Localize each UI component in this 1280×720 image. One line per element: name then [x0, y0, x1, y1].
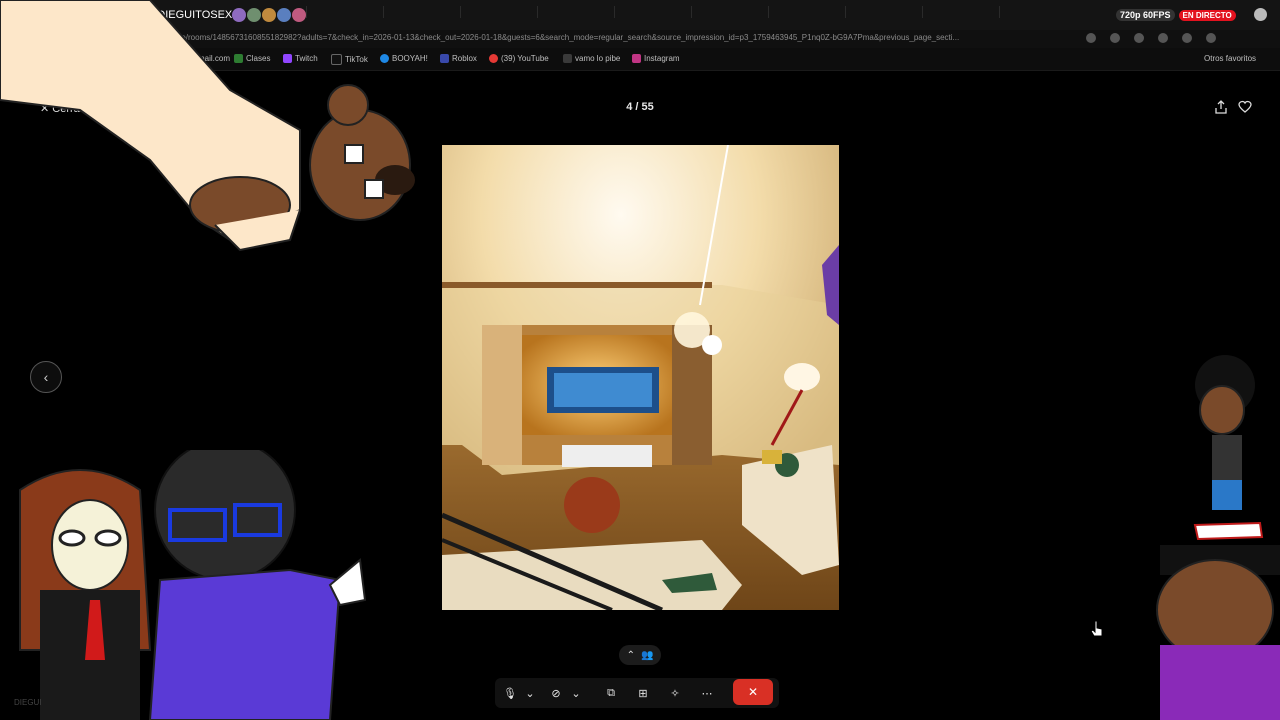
- more-icon: ⋯: [701, 687, 713, 700]
- share-screen-button[interactable]: ⧉: [602, 684, 620, 702]
- menu-icon[interactable]: [1206, 33, 1216, 43]
- extension-icon[interactable]: [1110, 33, 1120, 43]
- characters-right-overlay: [1156, 355, 1280, 720]
- expand-participants-button[interactable]: ⌃ 👥: [619, 645, 661, 665]
- bookmark-label: vamo lo pibe: [575, 54, 621, 63]
- bookmark-star-icon[interactable]: [1086, 33, 1096, 43]
- hand-cursor-icon: [1090, 620, 1103, 637]
- address-bar-icons: [1086, 33, 1216, 43]
- characters-left-overlay: [19, 450, 367, 720]
- chevron-down-icon: ⌄: [525, 687, 535, 700]
- browser-tab[interactable]: [845, 6, 916, 18]
- bookmark-item[interactable]: Instagram: [632, 54, 680, 63]
- chevron-left-icon: ‹: [43, 369, 49, 385]
- browser-tab[interactable]: [691, 6, 762, 18]
- activities-button[interactable]: ⊞: [634, 684, 652, 702]
- bookmark-label: (39) YouTube: [501, 54, 549, 63]
- bookmark-favicon: [440, 54, 449, 63]
- stream-quality-badge: 720p 60FPS: [1116, 9, 1175, 21]
- extension-icon[interactable]: [1158, 33, 1168, 43]
- bookmark-favicon: [489, 54, 498, 63]
- sparkle-icon: ✧: [670, 687, 680, 700]
- browser-tab[interactable]: [922, 6, 993, 18]
- more-options-button[interactable]: ⋯: [698, 684, 716, 702]
- chevron-up-icon: ⌃: [626, 649, 635, 661]
- live-badge: EN DIRECTO: [1178, 9, 1236, 21]
- other-bookmarks[interactable]: Otros favoritos: [1204, 54, 1256, 63]
- photo-counter: 4 / 55: [626, 101, 654, 113]
- browser-tab[interactable]: [999, 6, 1070, 18]
- bookmark-label: Instagram: [644, 54, 680, 63]
- stream-label: DIEGUI: [14, 698, 42, 707]
- browser-tab[interactable]: [614, 6, 685, 18]
- hang-up-icon: ✕: [747, 685, 759, 699]
- camera-off-icon: ⊘: [551, 687, 561, 700]
- camera-button[interactable]: ⊘: [547, 684, 565, 702]
- bookmark-label: Roblox: [452, 54, 477, 63]
- profile-icon[interactable]: [1182, 33, 1192, 43]
- extension-icon[interactable]: [1134, 33, 1144, 43]
- people-icon: 👥: [640, 649, 654, 661]
- microphone-button[interactable]: 🎙: [501, 684, 519, 702]
- bookmark-item[interactable]: Roblox: [440, 54, 477, 63]
- hand-and-bear-overlay: [0, 0, 415, 252]
- microphone-options-button[interactable]: ⌄: [521, 684, 539, 702]
- heart-icon[interactable]: [1238, 100, 1252, 114]
- bookmark-item[interactable]: (39) YouTube: [489, 54, 549, 63]
- soundboard-button[interactable]: ✧: [666, 684, 684, 702]
- listing-photo[interactable]: [442, 145, 839, 610]
- stream-status: 720p 60FPS EN DIRECTO: [1116, 9, 1236, 21]
- previous-photo-button[interactable]: ‹: [30, 361, 62, 393]
- bookmark-favicon: [563, 54, 572, 63]
- browser-tab[interactable]: [768, 6, 839, 18]
- gamepad-icon: ⊞: [638, 687, 648, 700]
- bookmark-favicon: [632, 54, 641, 63]
- leave-call-button[interactable]: ✕: [733, 679, 773, 705]
- microphone-icon: 🎙: [503, 687, 517, 700]
- camera-options-button[interactable]: ⌄: [567, 684, 585, 702]
- chevron-down-icon: ⌄: [571, 687, 581, 700]
- browser-tab[interactable]: [460, 6, 531, 18]
- bookmark-item[interactable]: vamo lo pibe: [563, 54, 620, 63]
- browser-tab[interactable]: [537, 6, 608, 18]
- present-screen-icon: ⧉: [607, 686, 615, 699]
- chat-icon[interactable]: [1254, 8, 1267, 21]
- share-icon[interactable]: [1214, 100, 1228, 114]
